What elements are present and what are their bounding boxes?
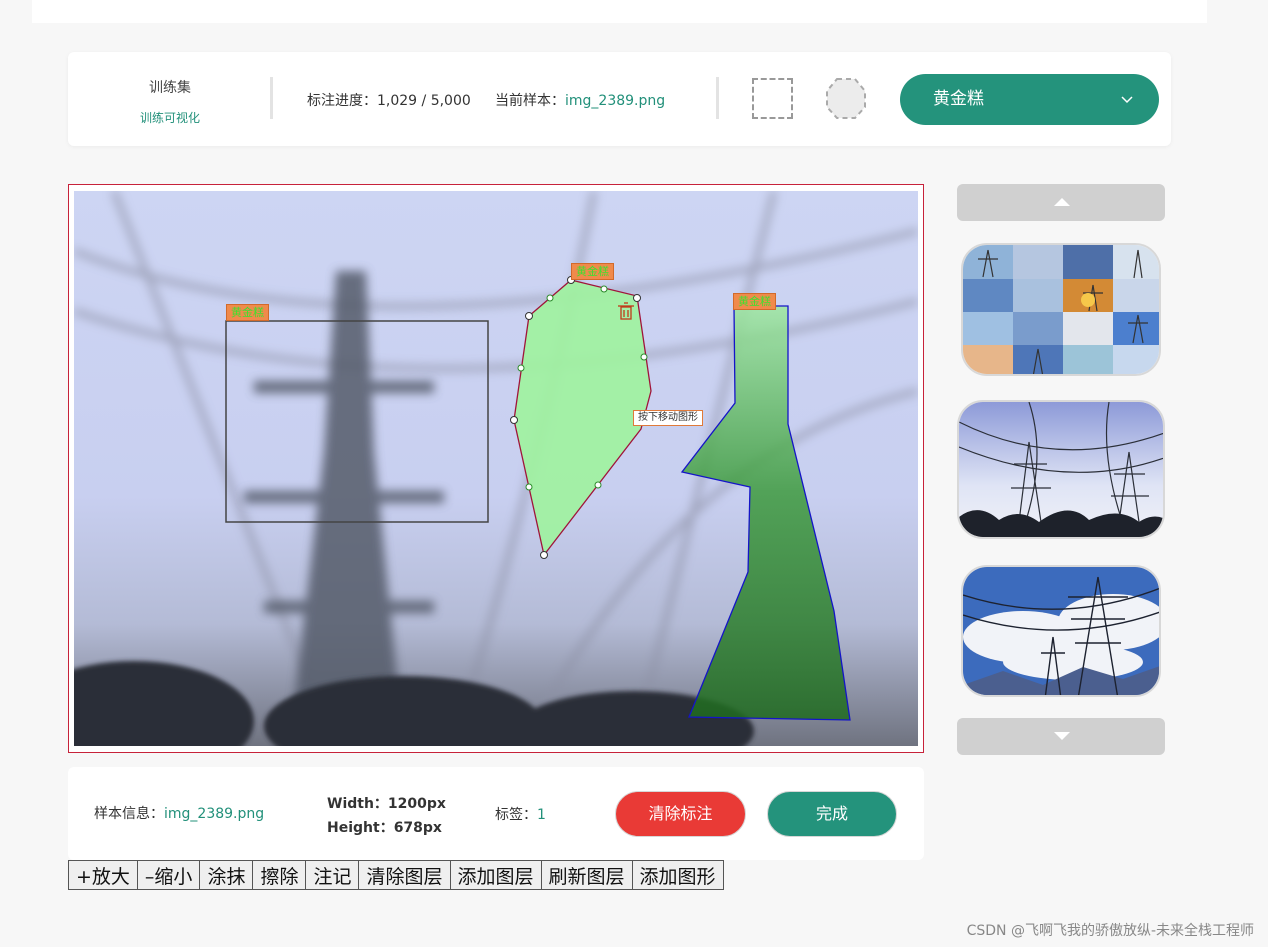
annotation-label-tag: 黄金糕 <box>226 304 269 321</box>
chevron-down-icon <box>1121 96 1133 104</box>
action-bar: +放大 –缩小 涂抹 擦除 注记 清除图层 添加图层 刷新图层 添加图形 <box>68 860 724 890</box>
add-shape-button[interactable]: 添加图形 <box>631 860 724 890</box>
thumbnail-grid[interactable] <box>961 243 1161 376</box>
current-sample-value: img_2389.png <box>565 93 666 109</box>
zoom-in-button[interactable]: +放大 <box>68 860 138 890</box>
label-select[interactable]: 黄金糕 <box>900 74 1159 125</box>
polygon-annotation[interactable] <box>680 305 851 721</box>
progress-value: 1,029 / 5,000 <box>377 93 471 109</box>
polygon-tool-icon[interactable] <box>825 77 867 120</box>
toolbar-card: 训练集 训练可视化 标注进度：1,029 / 5,000 当前样本：img_23… <box>68 52 1171 146</box>
thumbnail-towers[interactable] <box>957 400 1165 539</box>
progress-label: 标注进度： <box>307 93 377 109</box>
annotation-canvas[interactable]: 黄金糕 黄金糕 黄金糕 按下移动图形 <box>74 191 918 746</box>
caret-down-icon <box>1054 732 1070 740</box>
tag-count-label: 标签： <box>495 807 537 823</box>
dataset-name: 训练集 <box>149 80 191 96</box>
tag-count-value: 1 <box>537 807 546 823</box>
divider <box>716 77 719 119</box>
sample-height: Height：678px <box>327 820 442 836</box>
tag-count: 标签：1 <box>495 804 546 824</box>
refresh-layer-button[interactable]: 刷新图层 <box>540 860 633 890</box>
clear-layer-button[interactable]: 清除图层 <box>358 860 451 890</box>
done-button[interactable]: 完成 <box>767 791 897 837</box>
annotation-label-tag: 黄金糕 <box>733 293 776 310</box>
caret-up-icon <box>1054 198 1070 206</box>
sample-image <box>74 191 918 746</box>
dataset-visualize-link[interactable]: 训练可视化 <box>68 109 272 126</box>
sample-dimensions: Width：1200px Height：678px <box>327 792 446 840</box>
annotation-progress: 标注进度：1,029 / 5,000 <box>307 90 471 110</box>
thumbnail-sky-tower[interactable] <box>961 565 1161 697</box>
sample-info-card: 样本信息：img_2389.png Width：1200px Height：67… <box>68 767 924 860</box>
sample-info-label: 样本信息： <box>94 806 164 822</box>
add-layer-button[interactable]: 添加图层 <box>449 860 542 890</box>
annotation-canvas-frame: 黄金糕 黄金糕 黄金糕 按下移动图形 <box>68 184 924 753</box>
rect-tool-icon[interactable] <box>752 78 793 119</box>
clear-annotations-button[interactable]: 清除标注 <box>615 791 746 837</box>
note-button[interactable]: 注记 <box>305 860 360 890</box>
annotation-label-tag: 黄金糕 <box>571 263 614 280</box>
move-shape-hint: 按下移动图形 <box>633 410 703 426</box>
sample-width: Width：1200px <box>327 796 446 812</box>
smear-button[interactable]: 涂抹 <box>199 860 254 890</box>
label-select-value: 黄金糕 <box>933 89 984 109</box>
polygon-annotation-selected[interactable] <box>513 279 652 557</box>
current-sample-label: 当前样本： <box>495 93 565 109</box>
erase-button[interactable]: 擦除 <box>252 860 307 890</box>
dataset-block: 训练集 训练可视化 <box>68 52 272 146</box>
thumbnail-scroll-down[interactable] <box>957 718 1165 755</box>
sample-info-value: img_2389.png <box>164 806 265 822</box>
divider <box>270 77 273 119</box>
watermark: CSDN @飞啊飞我的骄傲放纵-未来全栈工程师 <box>966 923 1254 939</box>
sample-info: 样本信息：img_2389.png <box>94 803 264 823</box>
top-strip <box>32 0 1207 23</box>
zoom-out-button[interactable]: –缩小 <box>136 860 201 890</box>
thumbnail-scroll-up[interactable] <box>957 184 1165 221</box>
current-sample: 当前样本：img_2389.png <box>495 90 665 110</box>
